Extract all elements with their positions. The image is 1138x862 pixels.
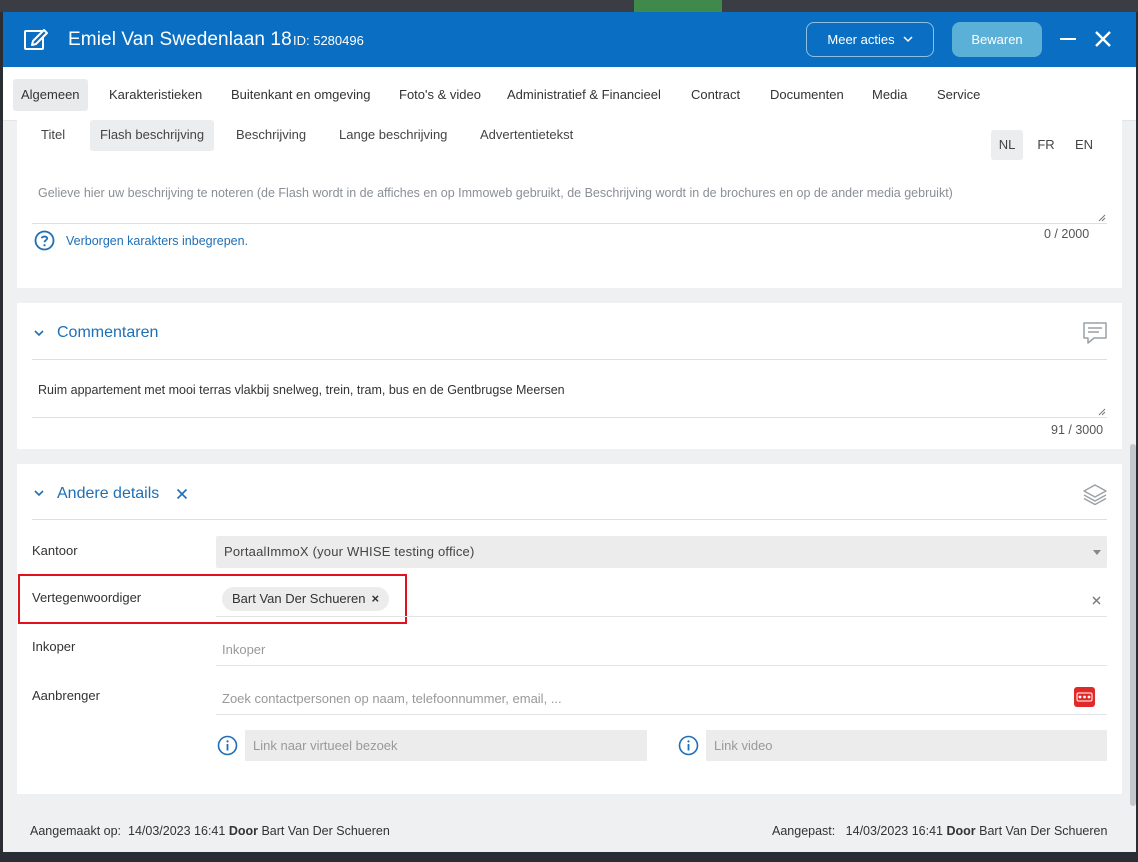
other-details-card: Andere details Kantoor PortaalImmoX (you… — [17, 464, 1122, 794]
chevron-down-icon[interactable] — [33, 327, 45, 339]
tab-algemeen[interactable]: Algemeen — [13, 79, 88, 111]
remove-chip-icon[interactable]: × — [371, 591, 379, 606]
virtual-tour-placeholder: Link naar virtueel bezoek — [253, 738, 398, 753]
resize-handle-icon[interactable] — [1098, 408, 1106, 416]
property-modal: Emiel Van Swedenlaan 18 ID: 5280496 Meer… — [3, 12, 1136, 857]
created-by-label: Door — [228, 824, 258, 838]
main-tabs: Algemeen Karakteristieken Buitenkant en … — [3, 67, 1136, 121]
description-card: Titel Flash beschrijving Beschrijving La… — [17, 120, 1122, 288]
video-link-input[interactable]: Link video — [706, 730, 1107, 761]
tab-service[interactable]: Service — [929, 79, 988, 111]
resize-handle-icon[interactable] — [1098, 214, 1106, 222]
subtab-lange[interactable]: Lange beschrijving — [329, 120, 457, 151]
office-select[interactable]: PortaalImmoX (your WHISE testing office) — [216, 536, 1107, 568]
tab-buitenkant[interactable]: Buitenkant en omgeving — [223, 79, 378, 111]
tab-documenten[interactable]: Documenten — [762, 79, 852, 111]
info-icon — [217, 735, 238, 756]
more-actions-label: Meer acties — [827, 32, 895, 47]
chevron-down-icon[interactable] — [33, 487, 45, 499]
referrer-search-input[interactable]: Zoek contactpersonen op naam, telefoonnu… — [222, 691, 562, 706]
buyer-underline — [216, 665, 1107, 666]
subtab-advertentie[interactable]: Advertentietekst — [470, 120, 583, 151]
description-counter: 0 / 2000 — [1044, 227, 1090, 241]
modified-by-label: Door — [946, 824, 976, 838]
background-bottom — [0, 852, 1138, 862]
background-active-tab — [634, 0, 722, 12]
subtab-beschrijving[interactable]: Beschrijving — [226, 120, 316, 151]
more-options-icon[interactable] — [1074, 687, 1095, 707]
modal-header: Emiel Van Swedenlaan 18 ID: 5280496 Meer… — [3, 12, 1136, 67]
minimize-icon[interactable] — [1060, 38, 1076, 40]
save-button[interactable]: Bewaren — [952, 22, 1042, 57]
tab-contract[interactable]: Contract — [683, 79, 748, 111]
info-icon — [678, 735, 699, 756]
close-icon[interactable] — [176, 488, 188, 500]
tab-media[interactable]: Media — [864, 79, 915, 111]
video-link-placeholder: Link video — [714, 738, 773, 753]
divider — [32, 519, 1107, 520]
lang-en[interactable]: EN — [1068, 130, 1100, 160]
other-details-title[interactable]: Andere details — [57, 485, 159, 503]
created-label: Aangemaakt op: — [30, 824, 122, 838]
buyer-input[interactable]: Inkoper — [222, 642, 265, 657]
property-id: ID: 5280496 — [293, 33, 364, 48]
hidden-chars-note: Verborgen karakters inbegrepen. — [66, 234, 249, 248]
created-info: Aangemaakt op: 14/03/2023 16:41 Door Bar… — [30, 824, 390, 838]
representative-label: Vertegenwoordiger — [32, 590, 142, 605]
edit-icon — [24, 29, 48, 50]
background-app-bar — [0, 0, 1138, 12]
chevron-down-icon — [903, 36, 913, 43]
close-icon[interactable] — [1093, 29, 1113, 49]
layers-icon — [1083, 484, 1107, 506]
comments-title[interactable]: Commentaren — [57, 324, 158, 342]
referrer-underline — [216, 714, 1107, 715]
office-value: PortaalImmoX (your WHISE testing office) — [224, 544, 475, 559]
scrollbar[interactable] — [1130, 444, 1136, 806]
comments-counter: 91 / 3000 — [1051, 423, 1104, 437]
help-icon[interactable] — [34, 230, 55, 251]
lang-fr[interactable]: FR — [1030, 130, 1062, 160]
comment-icon — [1083, 322, 1107, 344]
representative-underline — [216, 616, 1107, 617]
tab-fotos-video[interactable]: Foto's & video — [391, 79, 489, 111]
textarea-border — [32, 223, 1107, 224]
modified-info: Aangepast: 14/03/2023 16:41 Door Bart Va… — [772, 824, 1107, 838]
subtab-titel[interactable]: Titel — [31, 120, 75, 151]
divider — [32, 359, 1107, 360]
created-by: Bart Van Der Schueren — [261, 824, 390, 838]
tab-karakteristieken[interactable]: Karakteristieken — [101, 79, 210, 111]
modal-title: Emiel Van Swedenlaan 18 — [68, 29, 292, 50]
representative-chip-label: Bart Van Der Schueren — [232, 591, 366, 606]
comments-card: Commentaren Ruim appartement met mooi te… — [17, 303, 1122, 449]
clear-icon[interactable] — [1092, 596, 1101, 605]
lang-nl[interactable]: NL — [991, 130, 1023, 160]
tab-administratief[interactable]: Administratief & Financieel — [499, 79, 669, 111]
comments-textarea[interactable]: Ruim appartement met mooi terras vlakbij… — [38, 383, 565, 397]
referrer-label: Aanbrenger — [32, 688, 100, 703]
virtual-tour-input[interactable]: Link naar virtueel bezoek — [245, 730, 647, 761]
dropdown-arrow-icon — [1093, 550, 1101, 555]
textarea-border — [32, 417, 1107, 418]
modified-date: 14/03/2023 16:41 — [845, 824, 943, 838]
buyer-label: Inkoper — [32, 639, 76, 654]
more-actions-button[interactable]: Meer acties — [806, 22, 934, 57]
modified-label: Aangepast: — [772, 824, 836, 838]
subtab-flash[interactable]: Flash beschrijving — [90, 120, 215, 151]
office-label: Kantoor — [32, 543, 78, 558]
representative-chip[interactable]: Bart Van Der Schueren × — [222, 587, 390, 611]
created-date: 14/03/2023 16:41 — [128, 824, 226, 838]
description-textarea[interactable]: Gelieve hier uw beschrijving te noteren … — [38, 186, 953, 200]
modified-by: Bart Van Der Schueren — [979, 824, 1108, 838]
